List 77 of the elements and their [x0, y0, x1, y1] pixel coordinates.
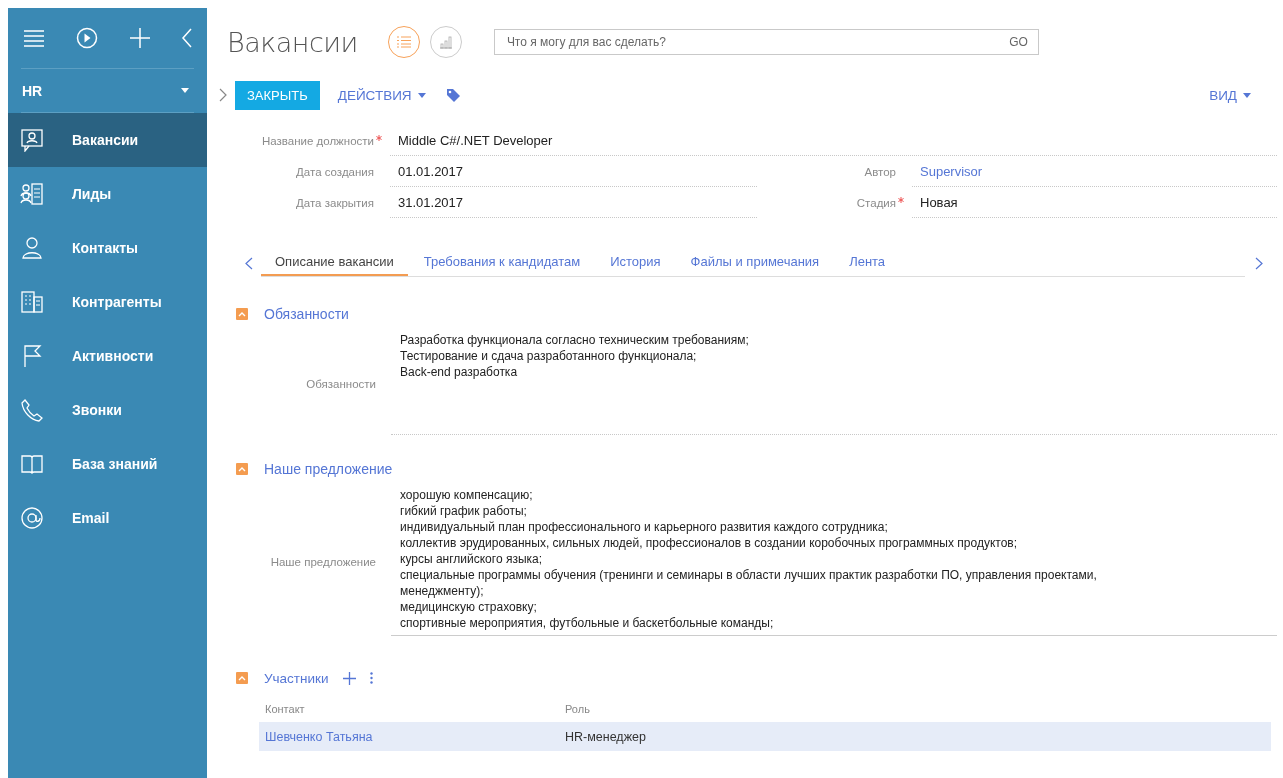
- collapse-toggle-icon[interactable]: [236, 463, 248, 475]
- section-title[interactable]: Наше предложение: [264, 461, 393, 477]
- tag-icon[interactable]: [445, 87, 461, 103]
- nav-item[interactable]: Контрагенты: [8, 275, 207, 329]
- caret-down-icon: [417, 92, 426, 98]
- table-cell-text: HR-менеджер: [565, 729, 647, 744]
- text-line: гибкий график работы;: [400, 503, 528, 519]
- nav-item[interactable]: Активности: [8, 329, 207, 383]
- play-icon[interactable]: [76, 27, 99, 49]
- scroll-left-icon[interactable]: [245, 256, 253, 270]
- field-label: Обязанности: [305, 377, 377, 390]
- table-row[interactable]: Шевченко Татьяна HR-менеджер: [259, 722, 1271, 751]
- person-icon: [20, 236, 44, 260]
- text-line: Back-end разработка: [400, 364, 519, 380]
- view-menu[interactable]: ВИД: [1209, 87, 1251, 103]
- nav-item[interactable]: База знаний: [8, 437, 207, 491]
- collapse-toggle-icon[interactable]: [236, 672, 248, 684]
- actions-menu[interactable]: ДЕЙСТВИЯ: [337, 87, 426, 103]
- column-header: Роль: [565, 703, 591, 715]
- plus-icon[interactable]: [128, 27, 151, 49]
- field-value: 01.01.2017: [390, 156, 757, 187]
- text-line: хорошую компенсацию;: [400, 487, 534, 503]
- phone-icon: [20, 398, 44, 422]
- add-icon[interactable]: [342, 671, 356, 685]
- field-label: Дата создания: [296, 165, 374, 178]
- tab[interactable]: Описание вакансии: [261, 249, 408, 276]
- field-label: Дата закрытия: [296, 196, 374, 209]
- bar-chart-icon: [438, 35, 453, 49]
- building-icon: [20, 290, 44, 314]
- text-line: специальные программы обучения (тренинги и семинары в области лучших практик разработки ПО, управления проектами,: [400, 567, 1098, 583]
- expand-icon[interactable]: [219, 88, 227, 102]
- caret-down-icon: [181, 88, 189, 93]
- go-button[interactable]: GO: [1009, 35, 1028, 49]
- people-list-icon: [20, 182, 44, 206]
- section-title[interactable]: Обязанности: [264, 306, 349, 322]
- nav-item[interactable]: Звонки: [8, 383, 207, 437]
- list-icon: [396, 36, 411, 48]
- field-label: Автор: [864, 165, 896, 178]
- collapse-toggle-icon[interactable]: [236, 308, 248, 320]
- field-value: Middle C#/.NET Developer: [390, 125, 1277, 156]
- nav-item[interactable]: Контакты: [8, 221, 207, 275]
- scroll-right-icon[interactable]: [1255, 256, 1263, 270]
- tab[interactable]: Лента: [835, 249, 900, 276]
- text-line: курсы английского языка;: [400, 551, 544, 567]
- nav-item[interactable]: Вакансии: [8, 113, 207, 167]
- person-card-icon: [20, 128, 44, 152]
- column-header: Контакт: [265, 703, 306, 715]
- nav-item[interactable]: Email: [8, 491, 207, 545]
- text-line: Разработка функционала согласно техническим требованиям;: [400, 332, 750, 348]
- field-value: Новая: [912, 187, 1277, 218]
- text-line: медицинскую страховку;: [400, 599, 538, 615]
- more-icon[interactable]: [369, 672, 373, 684]
- caret-down-icon: [1243, 92, 1251, 98]
- collapse-icon[interactable]: [181, 27, 193, 49]
- field-label: Наше предложение: [269, 555, 377, 568]
- page-title: Вакансии: [227, 26, 358, 58]
- workplace-selector[interactable]: HR: [8, 69, 207, 112]
- tab[interactable]: История: [596, 249, 675, 276]
- contact-link[interactable]: Шевченко Татьяна: [265, 729, 565, 744]
- book-icon: [20, 452, 44, 476]
- tab[interactable]: Файлы и примечания: [676, 249, 834, 276]
- field-link[interactable]: Supervisor: [912, 156, 1277, 187]
- text-line: Тестирование и сдача разработанного функционала;: [400, 348, 698, 364]
- text-line: менеджменту);: [400, 583, 485, 599]
- search-field[interactable]: Что я могу для вас сделать? GO: [493, 29, 1039, 55]
- text-line: индивидуальный план профессионального и карьерного развития каждого сотрудника;: [400, 519, 889, 535]
- field-label: Название должности: [261, 134, 374, 147]
- text-line: коллектив эрудированных, сильных людей, профессионалов в создании коробочных программных продуктов;: [400, 535, 1019, 551]
- field-value: 31.01.2017: [390, 187, 757, 218]
- close-button[interactable]: ЗАКРЫТЬ: [235, 80, 320, 110]
- text-line: спортивные мероприятия, футбольные и баскетбольные команды;: [400, 615, 775, 631]
- nav-item[interactable]: Лиды: [8, 167, 207, 221]
- menu-icon[interactable]: [22, 28, 46, 48]
- tab[interactable]: Требования к кандидатам: [409, 249, 595, 276]
- at-icon: [20, 506, 44, 530]
- section-title[interactable]: Участники: [264, 670, 329, 686]
- field-label: Стадия: [856, 196, 896, 209]
